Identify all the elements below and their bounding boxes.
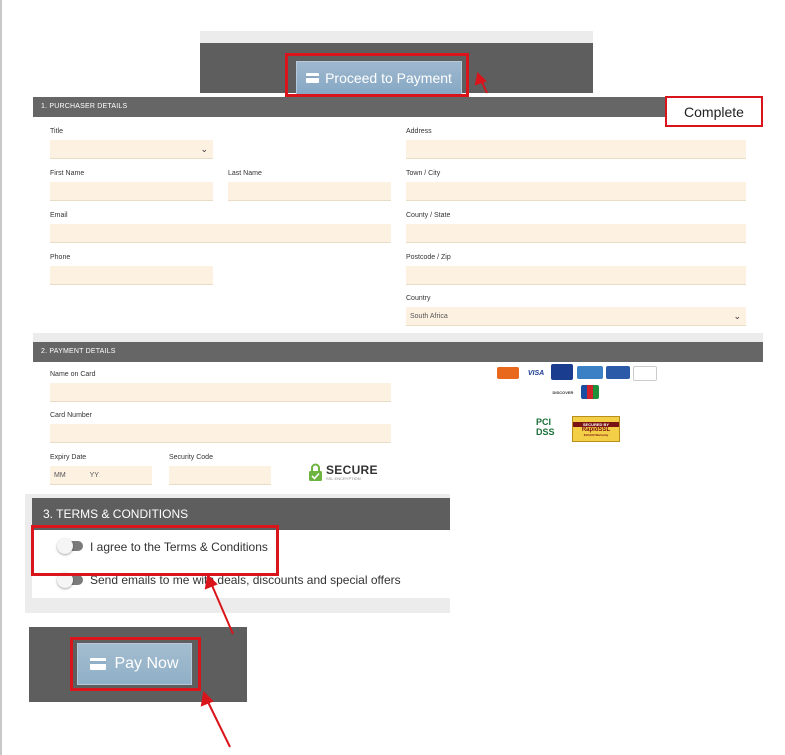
annotation-arrows (200, 71, 488, 748)
arrow-head-terms (204, 573, 218, 590)
arrow-pay (206, 699, 231, 748)
arrow-terms (210, 582, 234, 635)
arrow-head-proceed (474, 71, 487, 86)
arrow-head-pay (200, 690, 214, 707)
